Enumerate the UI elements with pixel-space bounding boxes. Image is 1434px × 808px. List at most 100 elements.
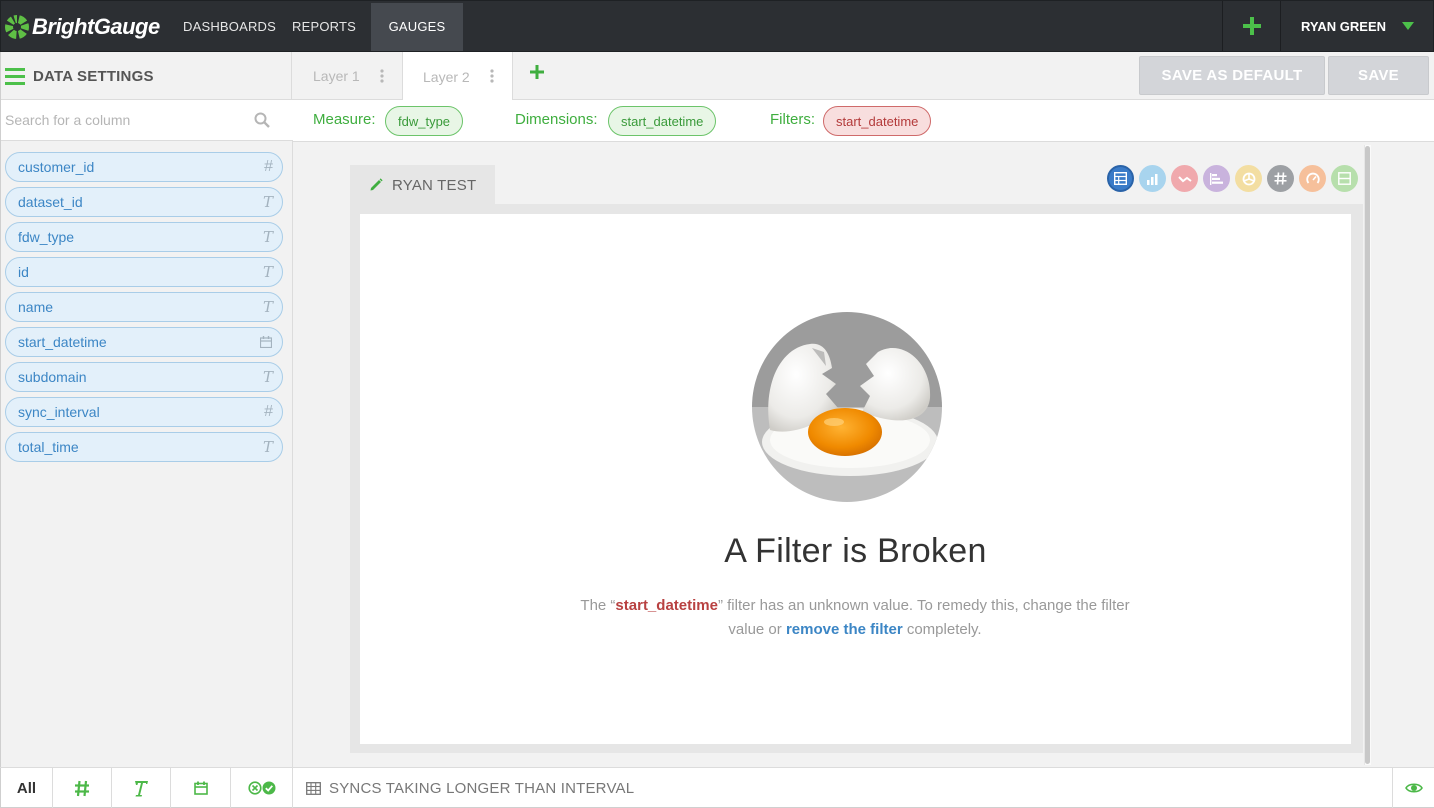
broken-filter-field: start_datetime: [615, 597, 718, 614]
hash-icon: [75, 780, 89, 796]
text-type-icon: T: [262, 368, 273, 386]
column-sidebar: customer_id # dataset_id T fdw_type T id…: [0, 100, 293, 767]
more-vertical-icon[interactable]: [490, 69, 494, 83]
number-icon: [1274, 172, 1287, 185]
tab-layer-1[interactable]: Layer 1: [293, 52, 403, 100]
gauge-canvas: RYAN TEST A Filter is Broken The “start_…: [293, 143, 1434, 767]
boolean-icon: [247, 781, 275, 795]
gauge-type-number[interactable]: [1267, 165, 1294, 192]
filter-number-type[interactable]: [53, 768, 112, 808]
data-settings-header[interactable]: DATA SETTINGS: [0, 52, 292, 100]
status-area: SYNCS TAKING LONGER THAN INTERVAL: [293, 768, 1391, 808]
column-item-subdomain[interactable]: subdomain T: [5, 362, 283, 392]
remove-filter-link[interactable]: remove the filter: [786, 621, 903, 638]
gauge-name: RYAN TEST: [392, 176, 477, 194]
column-name: name: [18, 299, 54, 315]
column-item-id[interactable]: id T: [5, 257, 283, 287]
number-type-icon: #: [264, 403, 273, 420]
column-search: [1, 100, 293, 141]
user-menu[interactable]: RYAN GREEN: [1301, 1, 1386, 53]
error-message-prefix: The “: [580, 597, 616, 614]
filter-all-types[interactable]: All: [0, 768, 53, 808]
dataset-status-text: SYNCS TAKING LONGER THAN INTERVAL: [329, 779, 635, 797]
more-vertical-icon[interactable]: [380, 69, 384, 83]
gauge-type-speedometer[interactable]: [1299, 165, 1326, 192]
gauge-preview-card: A Filter is Broken The “start_datetime” …: [360, 214, 1351, 744]
nav-dashboards[interactable]: DASHBOARDS: [183, 3, 276, 51]
column-name: dataset_id: [18, 194, 83, 210]
column-name: total_time: [18, 439, 79, 455]
plus-icon: [1243, 17, 1261, 35]
filter-boolean-type[interactable]: [231, 768, 293, 808]
filter-date-type[interactable]: [171, 768, 231, 808]
column-list: customer_id # dataset_id T fdw_type T id…: [5, 152, 283, 467]
table-icon: [306, 781, 321, 795]
gauge-type-horizontal-bar[interactable]: [1203, 165, 1230, 192]
save-button[interactable]: SAVE: [1328, 56, 1429, 95]
column-item-start-datetime[interactable]: start_datetime: [5, 327, 283, 357]
bar-chart-icon: [1147, 173, 1158, 185]
line-chart-icon: [1177, 175, 1192, 182]
column-name: id: [18, 264, 29, 280]
filter-text-type[interactable]: [112, 768, 171, 808]
broken-egg-illustration: [752, 312, 942, 502]
pie-icon: [1242, 172, 1255, 185]
column-name: sync_interval: [18, 404, 100, 420]
measure-pill[interactable]: fdw_type: [385, 106, 464, 136]
add-layer-icon[interactable]: [530, 65, 544, 79]
gauge-type-table[interactable]: [1107, 165, 1134, 192]
column-name: customer_id: [18, 159, 95, 175]
horizontal-bar-icon: [1210, 172, 1223, 185]
column-item-fdw-type[interactable]: fdw_type T: [5, 222, 283, 252]
text-type-icon: T: [262, 228, 273, 246]
broken-egg-icon: [752, 312, 942, 502]
gauge-name-tab[interactable]: RYAN TEST: [350, 165, 495, 205]
column-item-customer-id[interactable]: customer_id #: [5, 152, 283, 182]
scrollbar-thumb[interactable]: [1365, 146, 1370, 764]
add-new-button[interactable]: [1224, 1, 1280, 51]
search-input[interactable]: [5, 109, 245, 131]
gauge-type-selector: [1107, 165, 1363, 192]
column-item-total-time[interactable]: total_time T: [5, 432, 283, 462]
column-name: start_datetime: [18, 334, 107, 350]
brand-name: BrightGauge: [32, 14, 160, 39]
pencil-icon[interactable]: [369, 178, 383, 192]
speedometer-icon: [1305, 172, 1320, 184]
calendar-icon: [193, 781, 208, 795]
text-type-icon: T: [262, 298, 273, 316]
data-settings-title: DATA SETTINGS: [33, 67, 154, 85]
column-name: fdw_type: [18, 229, 75, 245]
layer-tab-label: Layer 2: [423, 68, 470, 85]
brand-logo[interactable]: BrightGauge: [4, 13, 160, 41]
filter-pill-broken[interactable]: start_datetime: [823, 106, 932, 136]
error-title: A Filter is Broken: [724, 532, 987, 570]
search-icon[interactable]: [254, 112, 270, 128]
gauge-type-list[interactable]: [1331, 165, 1358, 192]
text-type-icon: T: [262, 193, 273, 211]
text-type-icon: T: [262, 263, 273, 281]
column-item-name[interactable]: name T: [5, 292, 283, 322]
dimension-pill[interactable]: start_datetime: [608, 106, 717, 136]
measure-label: Measure:: [313, 111, 376, 128]
column-item-sync-interval[interactable]: sync_interval #: [5, 397, 283, 427]
gauge-type-bar[interactable]: [1139, 165, 1166, 192]
list-icon: [1338, 172, 1351, 185]
gauge-type-line[interactable]: [1171, 165, 1198, 192]
text-type-icon: T: [262, 438, 273, 456]
save-as-default-button[interactable]: SAVE AS DEFAULT: [1139, 56, 1325, 95]
error-message-suffix: completely.: [902, 621, 982, 638]
preview-toggle-button[interactable]: [1392, 768, 1434, 808]
chevron-down-icon[interactable]: [1402, 22, 1414, 30]
nav-divider: [1280, 1, 1281, 51]
nav-reports[interactable]: REPORTS: [292, 3, 356, 51]
error-message: The “start_datetime” filter has an unkno…: [575, 594, 1135, 642]
gauge-type-pie[interactable]: [1235, 165, 1262, 192]
column-item-dataset-id[interactable]: dataset_id T: [5, 187, 283, 217]
gauge-frame: A Filter is Broken The “start_datetime” …: [350, 204, 1363, 753]
settings-toolbar: DATA SETTINGS Layer 1 Layer 2 SAVE AS DE…: [0, 52, 1434, 101]
nav-gauges[interactable]: GAUGES: [371, 3, 463, 51]
tab-layer-2[interactable]: Layer 2: [403, 52, 513, 101]
dimensions-label: Dimensions:: [515, 111, 598, 128]
hamburger-icon[interactable]: [5, 67, 25, 85]
logo-icon: [4, 14, 29, 40]
